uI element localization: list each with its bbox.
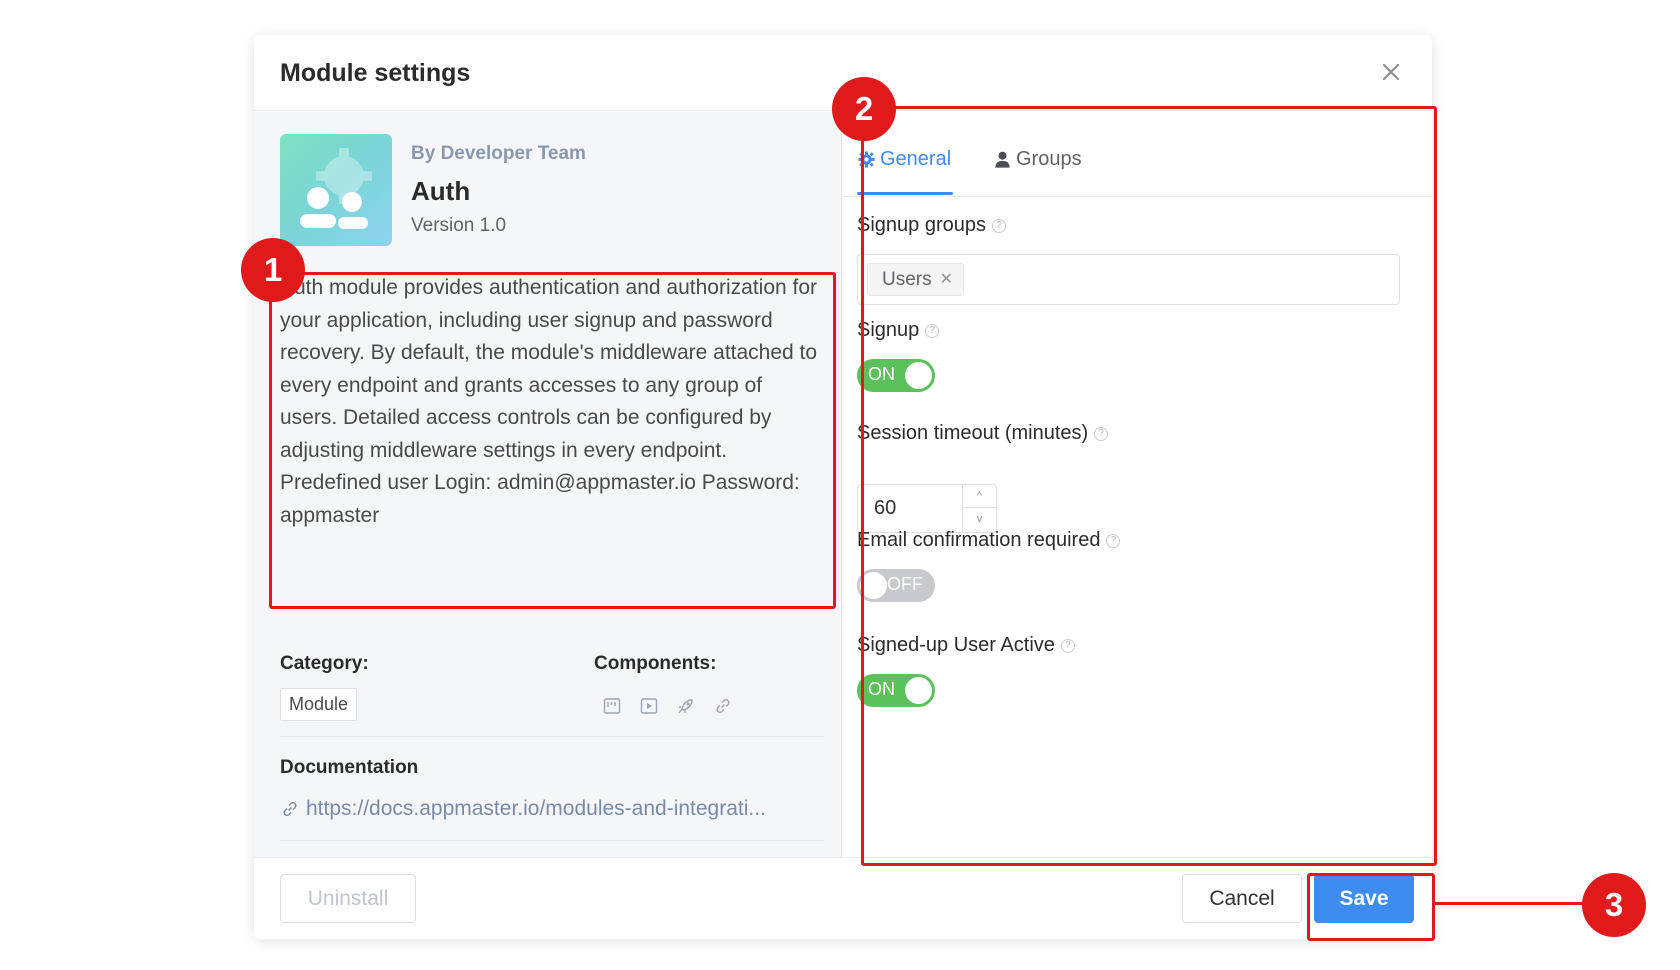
board-icon — [602, 696, 622, 716]
toggle-knob — [905, 677, 932, 704]
signup-toggle[interactable]: ON — [857, 359, 935, 392]
documentation-url[interactable]: https://docs.appmaster.io/modules-and-in… — [306, 797, 766, 821]
page: Module settings By Developer Team Auth V… — [0, 0, 1680, 970]
save-button[interactable]: Save — [1314, 874, 1414, 923]
email-confirmation-label-text: Email confirmation required — [857, 529, 1101, 551]
tab-groups[interactable]: Groups — [993, 148, 1082, 171]
uninstall-button[interactable]: Uninstall — [280, 874, 416, 923]
module-description: Auth module provides authentication and … — [280, 276, 818, 527]
user-active-label: Signed-up User Active ? — [857, 634, 1075, 657]
category-label: Category: — [280, 653, 369, 674]
annotation-badge-2: 2 — [832, 77, 896, 141]
session-timeout-label-text: Session timeout (minutes) — [857, 422, 1089, 444]
gear-icon — [858, 151, 875, 168]
active-tab-indicator — [857, 192, 953, 195]
components-list — [602, 696, 733, 716]
signup-groups-select[interactable]: Users ✕ — [857, 254, 1400, 305]
annotation-connector — [1432, 902, 1588, 905]
module-version: Version 1.0 — [411, 215, 507, 236]
dialog-title: Module settings — [280, 59, 471, 87]
group-chip-label: Users — [882, 269, 932, 290]
email-confirmation-toggle[interactable]: OFF — [857, 569, 935, 602]
cancel-button[interactable]: Cancel — [1182, 874, 1302, 923]
close-icon — [1382, 63, 1400, 81]
toggle-state: ON — [868, 364, 895, 384]
signup-label-text: Signup — [857, 319, 920, 341]
tab-groups-label: Groups — [1016, 148, 1082, 170]
rocket-icon — [676, 696, 696, 716]
module-info-panel: By Developer Team Auth Version 1.0 Auth … — [254, 112, 842, 857]
close-button[interactable] — [1376, 57, 1406, 87]
toggle-state: OFF — [887, 574, 923, 594]
stepper-buttons: ^ v — [962, 485, 996, 532]
session-timeout-label: Session timeout (minutes) ? — [857, 422, 1109, 445]
documentation-label: Documentation — [280, 757, 419, 778]
session-timeout-input[interactable]: 60 — [874, 497, 896, 520]
session-timeout-stepper[interactable]: 60 ^ v — [857, 484, 997, 533]
module-logo — [280, 134, 392, 246]
signup-label: Signup ? — [857, 319, 940, 342]
help-icon[interactable]: ? — [1106, 533, 1121, 548]
documentation-link[interactable]: https://docs.appmaster.io/modules-and-in… — [280, 797, 766, 821]
annotation-badge-1: 1 — [241, 238, 305, 302]
dialog-footer: Uninstall Cancel Save — [254, 857, 1432, 939]
tab-general[interactable]: General — [857, 148, 951, 171]
toggle-knob — [905, 362, 932, 389]
help-icon[interactable]: ? — [1060, 638, 1075, 653]
help-icon[interactable]: ? — [925, 323, 940, 338]
help-icon[interactable]: ? — [1094, 426, 1109, 441]
toggle-knob — [860, 572, 887, 599]
module-author: By Developer Team — [411, 143, 586, 164]
settings-tabs: General Groups — [843, 112, 1432, 197]
toggle-state: ON — [868, 679, 895, 699]
users-gear-icon — [300, 148, 372, 229]
signup-groups-label: Signup groups ? — [857, 214, 1006, 237]
remove-chip-icon[interactable]: ✕ — [940, 264, 953, 295]
module-settings-dialog: Module settings By Developer Team Auth V… — [254, 35, 1432, 939]
email-confirmation-label: Email confirmation required ? — [857, 529, 1121, 552]
link-icon — [283, 801, 297, 817]
divider — [280, 736, 824, 737]
signup-groups-label-text: Signup groups — [857, 214, 986, 236]
components-label: Components: — [594, 653, 717, 674]
settings-panel: General Groups Signup groups ? Users ✕ S… — [843, 112, 1432, 857]
module-name: Auth — [411, 176, 471, 206]
decrement-button[interactable]: v — [963, 508, 996, 531]
link-icon — [713, 696, 733, 716]
group-chip: Users ✕ — [867, 263, 965, 296]
help-icon[interactable]: ? — [991, 218, 1006, 233]
user-active-label-text: Signed-up User Active — [857, 634, 1055, 656]
play-icon — [639, 696, 659, 716]
increment-button[interactable]: ^ — [963, 485, 996, 508]
tab-general-label: General — [880, 148, 952, 170]
divider — [280, 840, 824, 841]
category-tag: Module — [280, 688, 358, 721]
user-active-toggle[interactable]: ON — [857, 674, 935, 707]
user-icon — [995, 151, 1010, 168]
annotation-badge-3: 3 — [1582, 873, 1646, 937]
